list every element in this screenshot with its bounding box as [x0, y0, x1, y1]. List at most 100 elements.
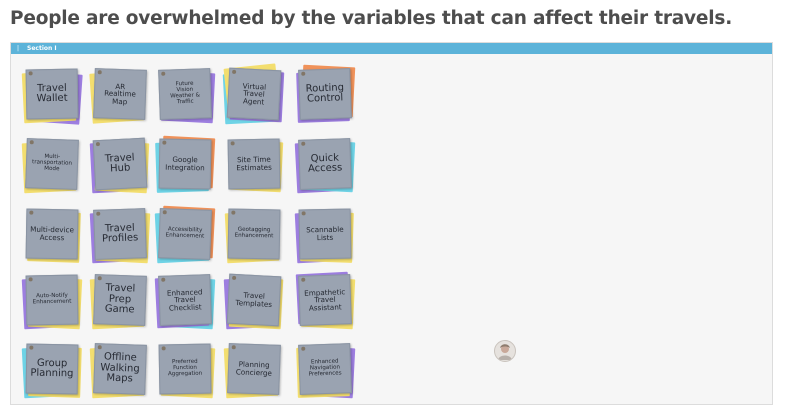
author-marker-icon: [28, 277, 33, 282]
author-marker-icon: [232, 275, 237, 281]
user-avatar-icon: [498, 344, 512, 360]
sticky-note-label: Travel Profiles: [101, 221, 139, 245]
sticky-note-label: Empathetic Travel Assistant: [304, 286, 346, 313]
sticky-note-card[interactable]: Multi- transportation Mode: [25, 138, 79, 190]
sticky-note-label: Google Integration: [165, 155, 205, 173]
sticky-note[interactable]: AR Realtime Map: [89, 68, 147, 124]
author-marker-icon: [232, 69, 237, 75]
section-title[interactable]: Section I: [27, 43, 57, 54]
section-drag-handle-icon[interactable]: |: [17, 43, 19, 54]
sticky-note-card[interactable]: Auto-Notify Enhancement: [25, 274, 79, 326]
sticky-note-label: Enhanced Travel Checklist: [166, 287, 203, 313]
sticky-note-label: Quick Access: [307, 152, 343, 175]
author-marker-icon: [95, 142, 101, 147]
sticky-note[interactable]: Offline Walking Maps: [89, 343, 147, 399]
sticky-note-card[interactable]: Travel Hub: [92, 137, 148, 191]
sticky-note-grid: Travel Wallet AR Realtime Map Future Visio…: [11, 54, 772, 404]
sticky-note-card[interactable]: Planning Concierge: [227, 343, 281, 395]
sticky-note-label: Site Time Estimates: [236, 155, 272, 173]
sticky-note[interactable]: Preferred Function Aggregation: [158, 343, 216, 399]
sticky-note-card[interactable]: AR Realtime Map: [93, 68, 147, 120]
sticky-note-card[interactable]: Enhanced Travel Checklist: [158, 274, 212, 326]
sticky-note[interactable]: Auto-Notify Enhancement: [21, 274, 83, 330]
sticky-note-label: Geotagging Enhancement: [234, 226, 274, 240]
sticky-note-card[interactable]: Future Vision Weather & Traffic: [158, 68, 212, 120]
sticky-note[interactable]: Travel Templates: [223, 273, 284, 330]
sticky-note[interactable]: Geotagging Enhancement: [224, 208, 281, 264]
sticky-note-label: Multi- transportation Mode: [31, 153, 73, 173]
sticky-note-card[interactable]: Travel Wallet: [25, 68, 79, 120]
sticky-note-card[interactable]: Site Time Estimates: [227, 138, 281, 190]
sticky-note[interactable]: Quick Access: [294, 138, 356, 194]
section-frame[interactable]: | Section I Travel Wallet AR Realtime Map…: [10, 42, 773, 405]
sticky-note[interactable]: Site Time Estimates: [227, 138, 284, 193]
author-marker-icon: [161, 346, 166, 351]
sticky-note-label: Virtual Travel Agent: [242, 81, 267, 107]
sticky-note-label: Travel Hub: [104, 151, 135, 175]
author-marker-icon: [230, 141, 235, 146]
sticky-note-card[interactable]: Travel Templates: [226, 273, 282, 327]
sticky-note[interactable]: Empathetic Travel Assistant: [295, 271, 356, 330]
sticky-note-card[interactable]: Enhanced Navigation Preferences: [298, 343, 352, 395]
sticky-note[interactable]: Multi-device Access: [25, 208, 81, 263]
sticky-note-label: Travel Prep Game: [104, 282, 136, 316]
author-marker-icon: [96, 211, 101, 216]
sticky-note-label: Future Vision Weather & Traffic: [170, 80, 201, 106]
sticky-note[interactable]: Google Integration: [155, 135, 216, 193]
author-marker-icon: [29, 345, 34, 350]
author-marker-icon: [301, 277, 306, 282]
sticky-note[interactable]: Travel Prep Game: [89, 274, 147, 330]
sticky-note-label: Group Planning: [30, 357, 74, 380]
sticky-note-card[interactable]: Accessibility Enhancement: [158, 208, 212, 260]
sticky-note[interactable]: Enhanced Travel Checklist: [154, 274, 216, 330]
sticky-note-card[interactable]: Multi-device Access: [25, 208, 79, 260]
collaborator-avatar[interactable]: [494, 340, 516, 362]
sticky-note-card[interactable]: Travel Prep Game: [93, 274, 147, 326]
author-marker-icon: [97, 345, 102, 350]
sticky-note-card[interactable]: Scannable Lists: [298, 208, 352, 260]
sticky-note-label: Scannable Lists: [306, 225, 344, 243]
sticky-note-card[interactable]: Empathetic Travel Assistant: [298, 274, 352, 326]
sticky-note-label: Accessibility Enhancement: [165, 226, 205, 240]
sticky-note-card[interactable]: Virtual Travel Agent: [226, 67, 282, 121]
sticky-note[interactable]: Scannable Lists: [294, 208, 354, 264]
author-marker-icon: [29, 140, 34, 145]
sticky-note-card[interactable]: Routing Control: [298, 68, 352, 120]
sticky-note-card[interactable]: Geotagging Enhancement: [227, 208, 281, 260]
author-marker-icon: [162, 210, 167, 215]
sticky-note-label: Travel Templates: [235, 290, 273, 309]
author-marker-icon: [301, 71, 306, 76]
sticky-note-label: AR Realtime Map: [103, 81, 137, 107]
sticky-note-card[interactable]: Quick Access: [298, 138, 352, 190]
author-marker-icon: [161, 71, 166, 76]
sticky-note[interactable]: Future Vision Weather & Traffic: [158, 68, 216, 124]
sticky-note-card[interactable]: Group Planning: [25, 343, 79, 395]
sticky-note-label: Preferred Function Aggregation: [167, 358, 203, 378]
author-marker-icon: [231, 210, 236, 215]
sticky-note[interactable]: Planning Concierge: [223, 343, 281, 399]
author-marker-icon: [231, 345, 236, 350]
author-marker-icon: [301, 346, 306, 351]
sticky-note[interactable]: Accessibility Enhancement: [154, 205, 216, 264]
sticky-note[interactable]: Routing Control: [296, 64, 356, 123]
sticky-note-card[interactable]: Google Integration: [158, 138, 212, 190]
sticky-note[interactable]: Enhanced Navigation Preferences: [296, 343, 356, 399]
sticky-note-card[interactable]: Offline Walking Maps: [93, 343, 147, 395]
sticky-note-card[interactable]: Preferred Function Aggregation: [158, 343, 212, 395]
sticky-note-label: Auto-Notify Enhancement: [32, 292, 72, 306]
sticky-note[interactable]: Travel Hub: [89, 137, 150, 194]
sticky-note-label: Offline Walking Maps: [100, 351, 140, 385]
sticky-note-label: Routing Control: [305, 81, 345, 105]
sticky-note-card[interactable]: Travel Profiles: [93, 208, 147, 260]
sticky-note[interactable]: Travel Wallet: [21, 68, 83, 125]
section-header[interactable]: | Section I: [11, 43, 772, 54]
sticky-note[interactable]: Group Planning: [21, 343, 82, 399]
sticky-note[interactable]: Travel Profiles: [89, 208, 151, 264]
sticky-note[interactable]: Multi- transportation Mode: [21, 138, 79, 194]
sticky-note-label: Planning Concierge: [235, 359, 273, 378]
author-marker-icon: [161, 277, 166, 282]
sticky-note[interactable]: Virtual Travel Agent: [222, 63, 285, 125]
sticky-note-label: Enhanced Navigation Preferences: [308, 358, 342, 378]
author-marker-icon: [28, 71, 33, 76]
author-marker-icon: [97, 276, 102, 281]
